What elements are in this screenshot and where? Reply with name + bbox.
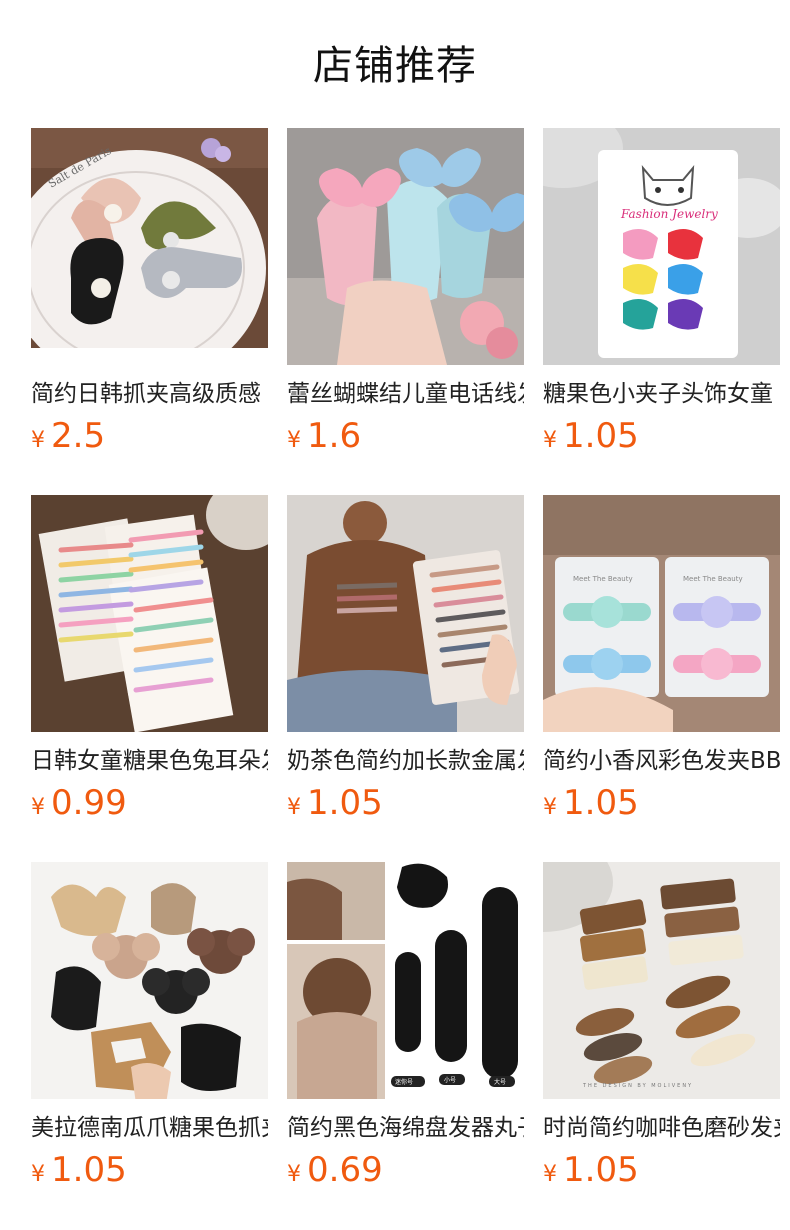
product-card[interactable]: 奶茶色简约加长款金属发夹 ¥1.05	[287, 495, 524, 825]
product-card[interactable]: Fashion Jewelry 糖果色小夹子头饰女童 ¥1.05	[543, 128, 780, 458]
size-small-label: 迷你号	[395, 1078, 413, 1086]
product-name[interactable]: 美拉德南瓜爪糖果色抓夹	[31, 1111, 268, 1145]
price-value: 1.05	[563, 783, 639, 823]
currency-symbol: ¥	[543, 428, 557, 453]
product-card[interactable]: 迷你号 小号 大号 简约黑色海绵盘发器丸子头 ¥0.69	[287, 862, 524, 1192]
price-value: 0.69	[307, 1150, 383, 1190]
product-image[interactable]: 迷你号 小号 大号	[287, 862, 524, 1099]
card-text: Fashion Jewelry	[620, 207, 718, 221]
size-medium-label: 小号	[444, 1076, 456, 1084]
product-name[interactable]: 简约黑色海绵盘发器丸子头	[287, 1111, 524, 1145]
product-price: ¥0.99	[31, 781, 127, 825]
product-image[interactable]	[31, 862, 268, 1099]
product-name[interactable]: 时尚简约咖啡色磨砂发夹	[543, 1111, 780, 1145]
page-title: 店铺推荐	[313, 43, 477, 89]
currency-symbol: ¥	[287, 795, 301, 820]
product-image[interactable]	[31, 495, 268, 732]
product-price: ¥1.6	[287, 414, 361, 458]
product-price: ¥1.05	[543, 1148, 639, 1192]
product-image[interactable]: Salt de Paris	[31, 128, 268, 365]
size-large-label: 大号	[494, 1078, 506, 1086]
product-price: ¥1.05	[543, 414, 639, 458]
price-value: 2.5	[51, 416, 106, 456]
currency-symbol: ¥	[31, 795, 45, 820]
currency-symbol: ¥	[31, 1162, 45, 1187]
product-name[interactable]: 简约小香风彩色发夹BB夹	[543, 744, 780, 778]
product-image[interactable]	[287, 128, 524, 365]
product-card[interactable]: Meet The Beauty Meet The Beauty 简约小香风彩色发…	[543, 495, 780, 825]
product-card[interactable]: Salt de Paris 简约日韩抓夹高级质感 ¥2.5	[31, 128, 268, 458]
product-price: ¥1.05	[287, 781, 383, 825]
currency-symbol: ¥	[543, 795, 557, 820]
product-price: ¥2.5	[31, 414, 105, 458]
currency-symbol: ¥	[287, 1162, 301, 1187]
price-value: 1.6	[307, 416, 362, 456]
product-card[interactable]: 蕾丝蝴蝶结儿童电话线发圈 ¥1.6	[287, 128, 524, 458]
product-name[interactable]: 简约日韩抓夹高级质感	[31, 377, 268, 411]
coffee-caption: THE DESIGN BY MOLIVENY	[582, 1083, 693, 1089]
product-name[interactable]: 蕾丝蝴蝶结儿童电话线发圈	[287, 377, 524, 411]
price-value: 1.05	[563, 416, 639, 456]
product-card[interactable]: THE DESIGN BY MOLIVENY 时尚简约咖啡色磨砂发夹 ¥1.05	[543, 862, 780, 1192]
product-card[interactable]: 日韩女童糖果色兔耳朵发夹 ¥0.99	[31, 495, 268, 825]
product-image[interactable]: Fashion Jewelry	[543, 128, 780, 365]
product-name[interactable]: 日韩女童糖果色兔耳朵发夹	[31, 744, 268, 778]
price-value: 0.99	[51, 783, 127, 823]
product-image[interactable]: THE DESIGN BY MOLIVENY	[543, 862, 780, 1099]
product-price: ¥1.05	[543, 781, 639, 825]
product-image[interactable]: Meet The Beauty Meet The Beauty	[543, 495, 780, 732]
product-name[interactable]: 奶茶色简约加长款金属发夹	[287, 744, 524, 778]
product-price: ¥0.69	[287, 1148, 383, 1192]
product-name[interactable]: 糖果色小夹子头饰女童	[543, 377, 780, 411]
smiley-card-text-2: Meet The Beauty	[683, 575, 743, 583]
currency-symbol: ¥	[287, 428, 301, 453]
smiley-card-text-1: Meet The Beauty	[573, 575, 633, 583]
product-card[interactable]: 美拉德南瓜爪糖果色抓夹 ¥1.05	[31, 862, 268, 1192]
product-image[interactable]	[287, 495, 524, 732]
currency-symbol: ¥	[543, 1162, 557, 1187]
currency-symbol: ¥	[31, 428, 45, 453]
product-price: ¥1.05	[31, 1148, 127, 1192]
price-value: 1.05	[563, 1150, 639, 1190]
price-value: 1.05	[51, 1150, 127, 1190]
price-value: 1.05	[307, 783, 383, 823]
